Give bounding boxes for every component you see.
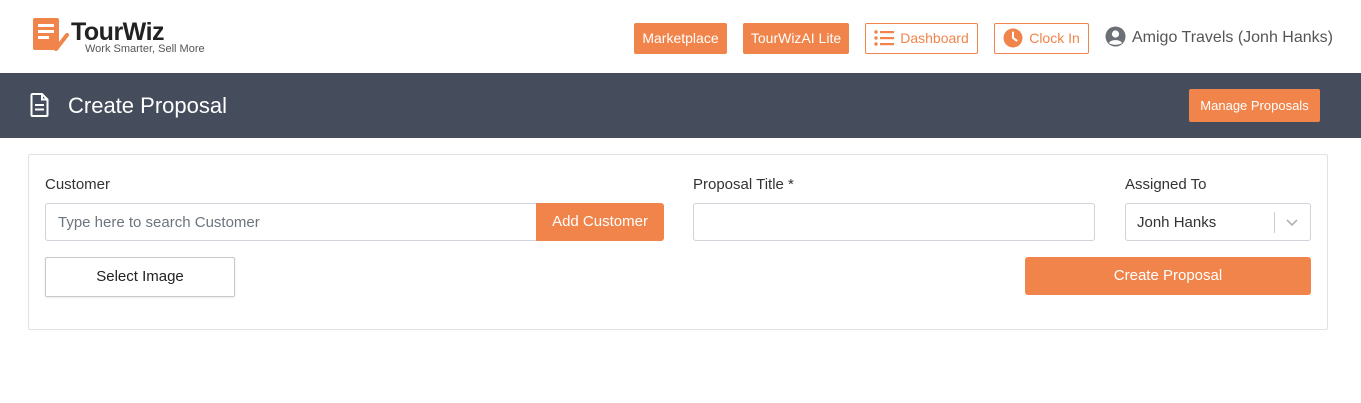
add-customer-button[interactable]: Add Customer (536, 203, 664, 241)
select-separator (1274, 212, 1275, 233)
chevron-down-icon[interactable] (1284, 214, 1300, 230)
user-avatar-icon (1105, 26, 1126, 47)
marketplace-label: Marketplace (642, 30, 719, 46)
page-title: Create Proposal (68, 93, 227, 118)
brand-tagline: Work Smarter, Sell More (85, 43, 205, 55)
manage-proposals-label: Manage Proposals (1200, 98, 1309, 113)
customer-search-input[interactable] (45, 203, 538, 241)
dashboard-button[interactable]: Dashboard (865, 23, 978, 54)
user-name: Amigo Travels (Jonh Hanks) (1132, 29, 1333, 46)
brand-name: TourWiz (71, 18, 165, 46)
assigned-to-value: Jonh Hanks (1137, 214, 1217, 231)
tourwizai-lite-button[interactable]: TourWizAI Lite (743, 23, 849, 54)
list-icon (874, 30, 895, 46)
manage-proposals-button[interactable]: Manage Proposals (1189, 89, 1320, 122)
dashboard-label: Dashboard (900, 30, 969, 46)
create-proposal-label: Create Proposal (1113, 267, 1223, 284)
assigned-to-select[interactable]: Jonh Hanks (1125, 203, 1311, 241)
page-header: Create Proposal Manage Proposals (0, 73, 1361, 138)
proposal-title-label: Proposal Title * (693, 176, 794, 193)
document-icon (30, 93, 49, 117)
create-proposal-button[interactable]: Create Proposal (1025, 257, 1311, 295)
tourwizai-label: TourWizAI Lite (750, 30, 842, 46)
add-customer-label: Add Customer (552, 213, 648, 230)
customer-label: Customer (45, 176, 111, 193)
user-menu[interactable]: Amigo Travels (Jonh Hanks) (1105, 26, 1333, 51)
logo-icon (33, 18, 69, 51)
marketplace-button[interactable]: Marketplace (634, 23, 727, 54)
select-image-button[interactable]: Select Image (45, 257, 235, 297)
proposal-title-input[interactable] (693, 203, 1095, 241)
clock-in-button[interactable]: Clock In (994, 23, 1089, 54)
assigned-to-label: Assigned To (1125, 176, 1207, 193)
clock-in-label: Clock In (1029, 30, 1080, 46)
create-proposal-form: Customer Add Customer Proposal Title * A… (28, 154, 1328, 330)
top-navbar: TourWiz Work Smarter, Sell More Marketpl… (0, 0, 1361, 73)
select-image-label: Select Image (96, 268, 184, 285)
brand-logo[interactable]: TourWiz Work Smarter, Sell More (31, 17, 221, 57)
clock-icon (1003, 28, 1023, 48)
